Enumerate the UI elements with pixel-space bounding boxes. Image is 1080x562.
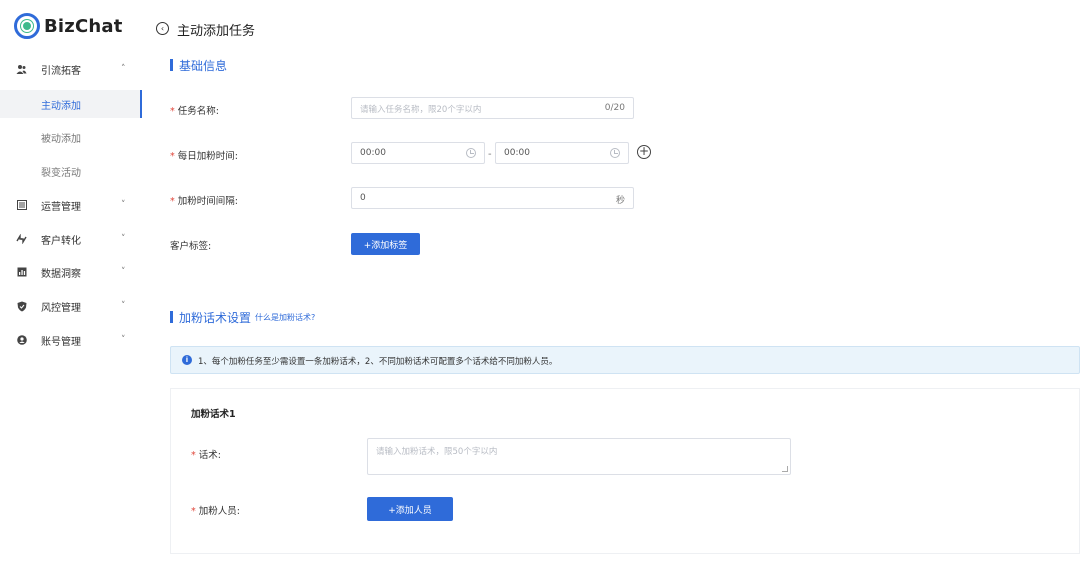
interval-label-text: 加粉时间间隔: [177,196,238,207]
back-arrow-icon[interactable]: ‹ [156,22,169,35]
char-counter: 0/20 [604,103,625,113]
main-content: ‹ 主动添加任务 基础信息 * 任务名称: 请输入任务名称，限20个字以内 0/2… [142,0,1080,562]
account-icon [16,335,27,346]
nav-group-insights[interactable]: 数据洞察 ˅ [0,255,142,289]
chevron-up-icon: ˄ [121,64,126,74]
task-name-label-text: 任务名称: [177,106,219,117]
nav-group-label: 账号管理 [41,336,81,348]
sidebar-item-fission[interactable]: 裂变活动 [0,157,142,185]
task-name-label: * 任务名称: [170,103,219,117]
chevron-down-icon: ˅ [121,267,126,277]
nav-group-conversion[interactable]: 客户转化 ˅ [0,222,142,256]
section-title-script: 加粉话术设置 [179,311,252,325]
nav-group-label: 数据洞察 [41,268,81,280]
chevron-down-icon: ˅ [121,301,126,311]
resize-handle[interactable] [782,466,788,472]
interval-input[interactable]: 0 秒 [351,187,634,209]
start-time-picker[interactable]: 00:00 [351,142,485,164]
clock-icon [610,148,620,158]
sidebar-item-label: 被动添加 [41,133,81,145]
script-textarea[interactable]: 请输入加粉话术，限50个字以内 [367,438,791,475]
end-time-value: 00:00 [504,148,530,158]
chevron-down-icon: ˅ [121,234,126,244]
script-card-title: 加粉话术1 [191,409,236,420]
section-marker [170,311,173,323]
sidebar-item-label: 裂变活动 [41,167,81,179]
required-mark: * [170,151,175,162]
sidebar-item-active-add[interactable]: 主动添加 [0,90,142,118]
task-name-placeholder: 请输入任务名称，限20个字以内 [360,105,482,115]
time-separator: - [488,149,492,160]
start-time-value: 00:00 [360,148,386,158]
tags-label: 客户标签: [170,241,212,252]
required-mark: * [191,450,196,461]
daily-time-label: * 每日加粉时间: [170,148,238,162]
nav-group-traffic[interactable]: 引流拓客 ˄ [0,52,142,86]
info-notice: i 1、每个加粉任务至少需设置一条加粉话术，2、不同加粉话术可配置多个话术给不同… [170,346,1080,374]
nav-group-risk[interactable]: 风控管理 ˅ [0,289,142,323]
script-placeholder: 请输入加粉话术，限50个字以内 [376,447,498,457]
page-title: 主动添加任务 [177,24,256,39]
staff-label-text: 加粉人员: [198,506,240,517]
users-icon [16,64,27,75]
sidebar: BizChat 引流拓客 ˄ 主动添加 被动添加 裂变活动 运营管理 ˅ 客户转… [0,0,142,562]
app-logo[interactable]: BizChat [14,12,123,40]
document-icon [16,200,27,211]
bar-chart-icon [16,267,27,278]
nav-group-label: 客户转化 [41,235,81,247]
notice-text: 1、每个加粉任务至少需设置一条加粉话术，2、不同加粉话术可配置多个话术给不同加粉… [198,357,558,367]
section-title-basic: 基础信息 [179,59,228,73]
staff-label: * 加粉人员: [191,503,240,517]
sidebar-item-label: 主动添加 [41,100,81,112]
convert-icon [16,234,27,245]
nav-group-account[interactable]: 账号管理 ˅ [0,323,142,357]
interval-value: 0 [360,193,366,203]
nav-group-label: 风控管理 [41,302,81,314]
task-name-input[interactable]: 请输入任务名称，限20个字以内 0/20 [351,97,634,119]
script-help-link[interactable]: 什么是加粉话术? [255,312,315,323]
bizchat-logo-icon [14,13,40,39]
sidebar-item-passive-add[interactable]: 被动添加 [0,123,142,151]
interval-label: * 加粉时间间隔: [170,193,238,207]
script-label-text: 话术: [198,450,221,461]
add-staff-button[interactable]: +添加人员 [367,497,453,521]
chevron-down-icon: ˅ [121,200,126,210]
required-mark: * [191,506,196,517]
required-mark: * [170,196,175,207]
end-time-picker[interactable]: 00:00 [495,142,629,164]
section-marker [170,59,173,71]
app-name: BizChat [44,15,123,37]
script-label: * 话术: [191,447,221,461]
clock-icon [466,148,476,158]
chevron-down-icon: ˅ [121,335,126,345]
nav-group-label: 引流拓客 [41,65,81,77]
shield-icon [16,301,27,312]
script-card: 加粉话术1 * 话术: 请输入加粉话术，限50个字以内 * 加粉人员: +添加人员 [170,388,1080,554]
daily-time-label-text: 每日加粉时间: [177,151,238,162]
interval-unit: 秒 [615,196,625,206]
nav-group-label: 运营管理 [41,201,81,213]
nav-group-operations[interactable]: 运营管理 ˅ [0,188,142,222]
add-tag-button[interactable]: +添加标签 [351,233,420,255]
plus-circle-icon[interactable]: + [637,145,651,159]
info-icon: i [182,355,192,365]
required-mark: * [170,106,175,117]
